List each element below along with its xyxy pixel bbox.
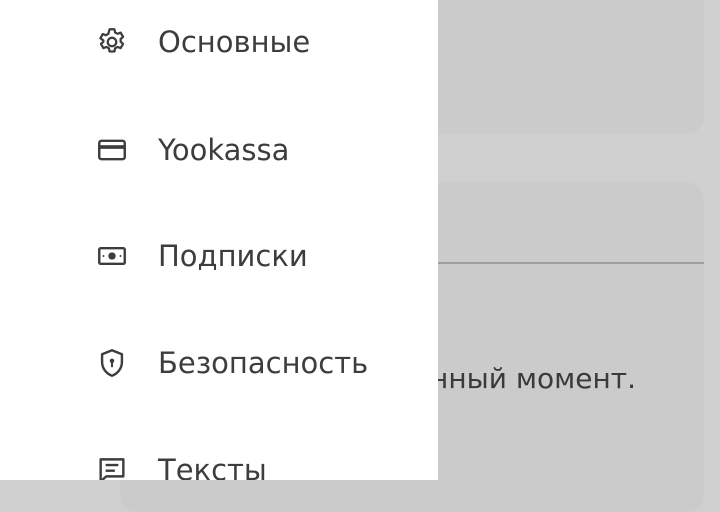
drawer-item-texts[interactable]: Тексты xyxy=(0,440,438,480)
drawer-item-subscriptions[interactable]: Подписки xyxy=(0,226,438,286)
credit-card-icon xyxy=(94,132,130,168)
drawer-item-general[interactable]: Основные xyxy=(0,12,438,72)
drawer-item-label: Тексты xyxy=(158,453,267,480)
banknote-icon xyxy=(94,238,130,274)
navigation-drawer: Основные Yookassa Подписки Безопасность … xyxy=(0,0,438,480)
drawer-item-security[interactable]: Безопасность xyxy=(0,333,438,393)
message-text-icon xyxy=(94,452,130,480)
drawer-item-label: Основные xyxy=(158,25,311,59)
drawer-item-label: Подписки xyxy=(158,239,308,273)
shield-lock-icon xyxy=(94,345,130,381)
drawer-item-yookassa[interactable]: Yookassa xyxy=(0,120,438,180)
drawer-item-label: Yookassa xyxy=(158,133,290,167)
gear-icon xyxy=(94,24,130,60)
drawer-item-label: Безопасность xyxy=(158,346,369,380)
